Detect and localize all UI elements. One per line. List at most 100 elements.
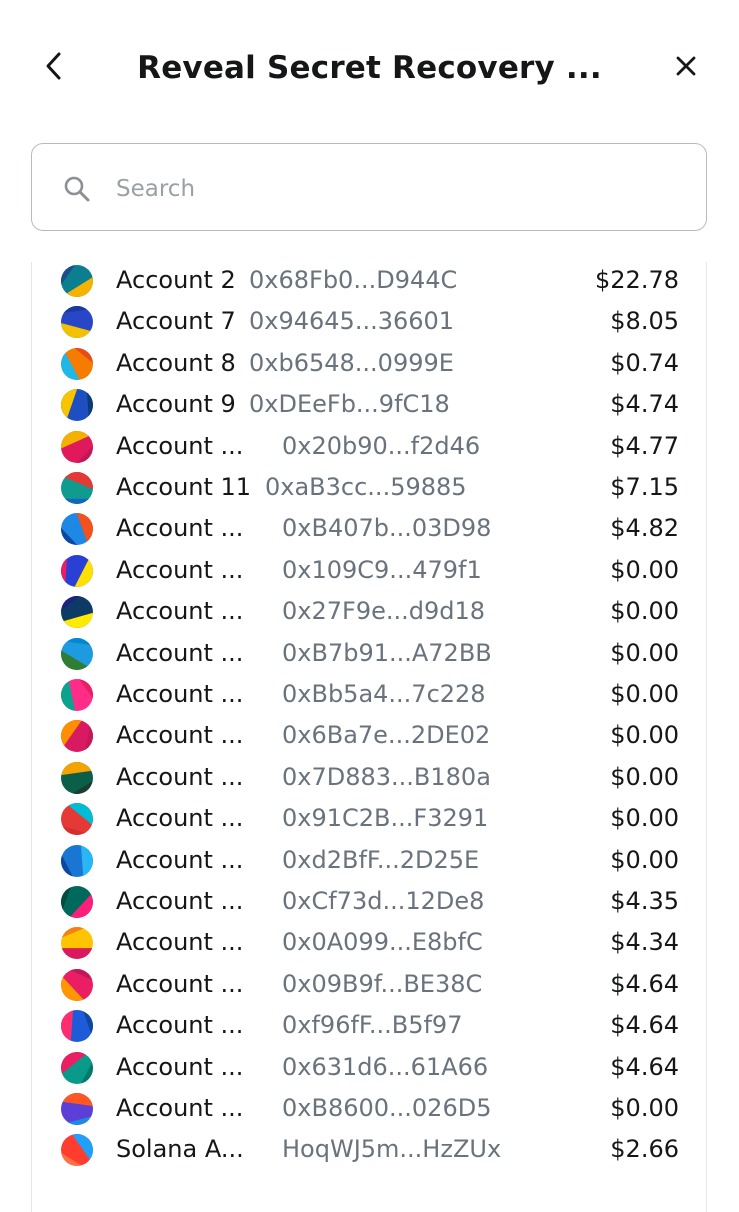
account-row[interactable]: Account ... 0x27F9e...d9d18 $0.00 [32,591,706,632]
account-balance: $4.77 [610,431,679,460]
account-row[interactable]: Account ... 0xCf73d...12De8 $4.35 [32,881,706,922]
account-avatar [61,389,93,422]
account-name: Account ... [116,514,244,543]
account-address: 0x91C2B...F3291 [282,804,489,833]
account-address: 0xaB3cc...59885 [265,473,467,501]
account-avatar [61,637,93,670]
account-row[interactable]: Account ... 0x7D883...B180a $0.00 [32,757,706,798]
account-balance: $0.00 [610,721,679,750]
account-name: Account ... [116,969,244,998]
account-balance: $4.64 [610,1052,679,1081]
account-name: Account ... [116,1094,244,1122]
account-balance: $0.00 [610,680,679,708]
account-row[interactable]: Account ... 0xB407b...03D98 $4.82 [32,508,706,549]
account-name: Account ... [116,431,244,460]
account-avatar [61,1010,93,1043]
chevron-left-icon [46,52,61,80]
account-balance: $4.64 [610,1011,679,1040]
search-icon [64,176,90,202]
account-name: Account 11 [116,473,252,501]
account-balance: $0.00 [610,845,679,874]
account-address: 0x7D883...B180a [282,762,491,791]
account-row[interactable]: Account 8 0xb6548...0999E $0.74 [32,343,706,384]
account-address: 0x0A099...E8bfC [282,928,483,957]
account-name: Account 8 [116,348,236,377]
account-row[interactable]: Account ... 0xBb5a4...7c228 $0.00 [32,674,706,715]
account-balance: $0.00 [610,762,679,791]
account-row[interactable]: Account ... 0xB8600...026D5 $0.00 [32,1088,706,1129]
account-avatar [61,761,93,794]
account-name: Account 9 [116,390,236,419]
account-name: Account ... [116,555,244,584]
account-avatar [61,720,93,753]
account-row[interactable]: Account 2 0x68Fb0...D944C $22.78 [32,262,706,301]
account-address: 0xd2BfF...2D25E [282,845,480,874]
search-box[interactable] [31,143,707,231]
search-input[interactable] [114,162,678,216]
account-balance: $7.15 [610,473,679,501]
account-balance: $4.34 [610,928,679,957]
account-row[interactable]: Account ... 0x0A099...E8bfC $4.34 [32,922,706,963]
account-avatar [61,472,93,504]
account-row[interactable]: Account ... 0xf96fF...B5f97 $4.64 [32,1005,706,1046]
account-address: 0x20b90...f2d46 [282,431,481,460]
account-address: 0xB8600...026D5 [282,1094,492,1122]
account-name: Account 2 [116,266,236,294]
account-address: 0x09B9f...BE38C [282,969,483,998]
account-row[interactable]: Account ... 0xB7b91...A72BB $0.00 [32,633,706,674]
account-row[interactable]: Account 7 0x94645...36601 $8.05 [32,301,706,342]
account-name: Account 7 [116,307,236,336]
account-name: Account ... [116,928,244,957]
account-avatar [61,1093,93,1125]
account-row[interactable]: Account ... 0x09B9f...BE38C $4.64 [32,964,706,1005]
account-name: Account ... [116,638,244,667]
close-button[interactable] [666,46,706,86]
account-avatar [61,596,93,629]
account-balance: $4.74 [610,390,679,419]
account-name: Account ... [116,804,244,833]
account-avatar [61,679,93,711]
account-row[interactable]: Account 11 0xaB3cc...59885 $7.15 [32,467,706,508]
account-balance: $22.78 [595,266,679,294]
account-avatar [61,1134,93,1167]
account-name: Account ... [116,887,244,915]
account-row[interactable]: Account ... 0xd2BfF...2D25E $0.00 [32,840,706,881]
account-avatar [61,347,93,380]
account-avatar [61,1051,93,1084]
account-name: Account ... [116,762,244,791]
account-row[interactable]: Account ... 0x109C9...479f1 $0.00 [32,550,706,591]
account-row[interactable]: Account ... 0x20b90...f2d46 $4.77 [32,426,706,467]
account-address: 0x68Fb0...D944C [249,266,458,294]
account-address: HoqWJ5m...HzZUx [282,1135,502,1164]
account-row[interactable]: Account ... 0x91C2B...F3291 $0.00 [32,798,706,839]
account-list: Account 2 0x68Fb0...D944C $22.78 Account 7 0… [31,262,707,1212]
account-address: 0x109C9...479f1 [282,555,482,584]
account-name: Account ... [116,1011,244,1040]
account-balance: $0.00 [610,597,679,626]
account-avatar [61,844,93,877]
account-name: Solana A... [116,1135,244,1164]
account-name: Account ... [116,721,244,750]
account-avatar [61,306,93,339]
account-name: Account ... [116,845,244,874]
account-address: 0x27F9e...d9d18 [282,597,486,626]
account-avatar [61,430,93,463]
account-avatar [61,554,93,587]
header: Reveal Secret Recovery ... [0,0,739,136]
account-row[interactable]: Account ... 0x631d6...61A66 $4.64 [32,1047,706,1088]
account-address: 0xf96fF...B5f97 [282,1011,463,1040]
page-title: Reveal Secret Recovery ... [137,50,602,86]
account-row[interactable]: Solana A... HoqWJ5m...HzZUx $2.66 [32,1129,706,1170]
account-avatar [61,265,93,297]
account-address: 0x94645...36601 [249,307,455,336]
account-address: 0xCf73d...12De8 [282,887,485,915]
account-address: 0xBb5a4...7c228 [282,680,486,708]
account-balance: $4.35 [610,887,679,915]
account-row[interactable]: Account ... 0x6Ba7e...2DE02 $0.00 [32,715,706,756]
account-balance: $2.66 [610,1135,679,1164]
back-button[interactable] [34,46,74,86]
account-balance: $0.00 [610,555,679,584]
account-balance: $4.82 [610,514,679,543]
account-avatar [61,803,93,836]
account-row[interactable]: Account 9 0xDEeFb...9fC18 $4.74 [32,384,706,425]
